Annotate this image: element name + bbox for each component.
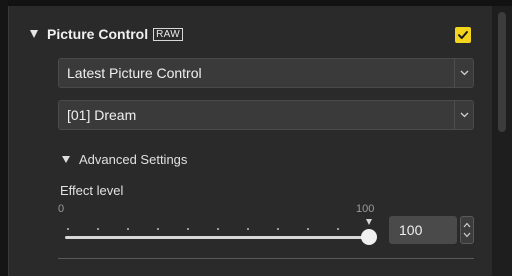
up-down-arrows-icon[interactable] [463,221,471,239]
raw-badge: RAW [153,27,183,41]
slider-tick [337,228,339,230]
effect-level-slider-thumb[interactable] [361,229,377,245]
slider-tick [67,228,69,230]
chevron-down-icon [460,70,468,76]
picture-control-preset-select[interactable]: [01] Dream [58,100,474,130]
section-divider [58,258,474,259]
slider-tick [157,228,159,230]
default-value-marker [366,219,372,225]
mode-select-value: Latest Picture Control [67,65,202,81]
slider-tick [277,228,279,230]
scroll-thumb[interactable] [498,12,506,132]
slider-min-label: 0 [58,203,65,215]
checkmark-icon [458,31,468,39]
effect-level-slider-track[interactable] [65,236,371,239]
effect-level-label: Effect level [60,183,124,198]
slider-tick [187,228,189,230]
picture-control-header[interactable]: Picture Control RAW [30,24,183,44]
slider-tick [127,228,129,230]
effect-level-input[interactable]: 100 [389,216,457,244]
preset-select-arrow[interactable] [454,101,473,129]
collapse-triangle-icon[interactable] [30,30,38,38]
advanced-settings-label: Advanced Settings [79,151,188,167]
picture-control-mode-select[interactable]: Latest Picture Control [58,58,474,88]
mode-select-arrow[interactable] [454,59,473,87]
section-title: Picture Control [47,26,149,42]
left-edge [0,0,8,276]
preset-select-value: [01] Dream [67,107,137,123]
slider-tick [217,228,219,230]
panel-scrollbar[interactable] [492,6,512,276]
chevron-down-icon [460,112,468,118]
collapse-triangle-icon[interactable] [62,155,70,163]
slider-tick [247,228,249,230]
effect-level-value: 100 [399,222,423,238]
enable-checkbox[interactable] [455,27,471,43]
slider-tick [307,228,309,230]
slider-tick [97,228,99,230]
advanced-settings-toggle[interactable]: Advanced Settings [62,150,187,168]
slider-max-label: 100 [356,203,375,215]
effect-level-stepper[interactable] [460,216,474,244]
